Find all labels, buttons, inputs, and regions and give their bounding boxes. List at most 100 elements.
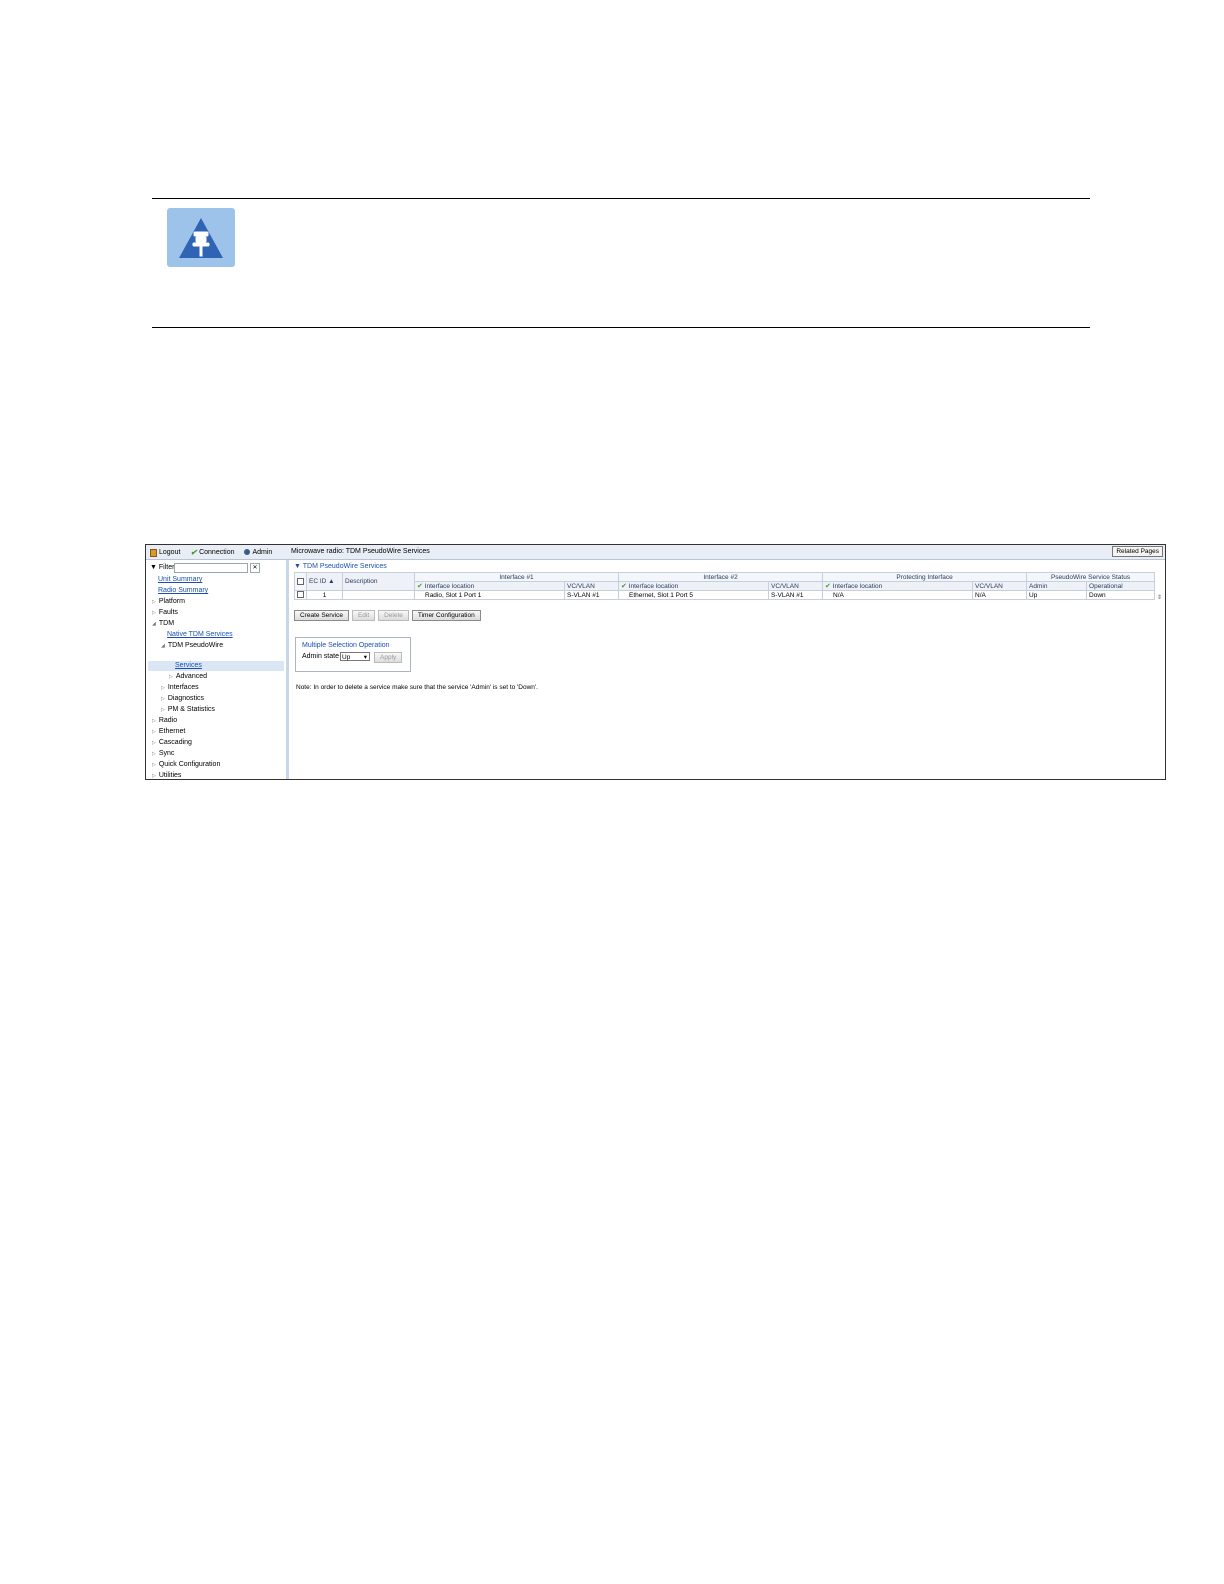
mso-title: Multiple Selection Operation	[302, 642, 390, 649]
col-if1-location-label: Interface location	[424, 583, 475, 590]
nav-selection-highlight	[148, 661, 284, 671]
filter-label: Filter	[158, 564, 175, 571]
services-table: EC ID ▲ Description Interface #1 Interfa…	[294, 572, 1156, 600]
check-icon: ✔	[825, 583, 831, 590]
sort-asc-icon: ▲	[328, 578, 335, 585]
col-description[interactable]: Description	[342, 572, 415, 591]
admin-label: Admin	[252, 548, 273, 556]
col-if2-location[interactable]: ✔ Interface location	[618, 581, 770, 591]
create-service-button[interactable]: Create Service	[294, 610, 349, 621]
group-interface-1: Interface #1	[413, 572, 620, 582]
col-operational[interactable]: Operational	[1086, 581, 1156, 591]
note-bottom-rule	[152, 327, 1090, 328]
delete-button[interactable]: Delete	[378, 610, 409, 621]
cell-prot-location: N/A	[822, 590, 974, 600]
select-all-cell	[294, 572, 307, 591]
col-ecid-label: EC ID	[309, 578, 327, 585]
sidebar: ▼ Filter ✕ Unit Summary Radio Summary ▷ P…	[146, 560, 289, 779]
nav-utilities[interactable]: ▷ Utilities	[152, 771, 181, 781]
pushpin-icon	[167, 208, 235, 267]
nav-ethernet[interactable]: ▷ Ethernet	[152, 727, 185, 737]
col-prot-vlan[interactable]: VC/VLAN	[972, 581, 1028, 591]
nav-tdm-pseudowire[interactable]: ◢ TDM PseudoWire	[161, 641, 223, 651]
app-window: Logout ✔ Connection Admin Microwave radio…	[145, 544, 1166, 780]
col-prot-location[interactable]: ✔ Interface location	[822, 581, 974, 591]
nav-advanced[interactable]: ▷ Advanced	[169, 672, 207, 682]
scroll-arrows-icon[interactable]: ⇕	[1157, 594, 1162, 601]
nav-utilities-label: Utilities	[158, 772, 182, 779]
nav-radio-label: Radio	[158, 717, 178, 724]
table-group-header: EC ID ▲ Description Interface #1 Interfa…	[294, 572, 1156, 591]
check-icon: ✔	[621, 583, 627, 590]
page-title: Microwave radio: TDM PseudoWire Services	[291, 548, 430, 555]
nav-sync-label: Sync	[158, 750, 175, 757]
cell-prot-vlan: N/A	[972, 590, 1028, 600]
nav-tdm-pseudowire-label: TDM PseudoWire	[167, 642, 224, 649]
cell-if1-location: Radio, Slot 1 Port 1	[414, 590, 565, 600]
nav-ethernet-label: Ethernet	[158, 728, 186, 735]
nav-quick-configuration[interactable]: ▷ Quick Configuration	[152, 760, 220, 770]
nav-tdm[interactable]: ◢ TDM	[152, 619, 174, 629]
action-buttons: Create Service Edit Delete Timer Configu…	[294, 610, 482, 621]
select-all-checkbox[interactable]	[297, 577, 304, 585]
nav-faults[interactable]: ▷ Faults	[152, 608, 178, 618]
filter-input[interactable]	[174, 563, 248, 573]
apply-button[interactable]: Apply	[374, 652, 403, 663]
cell-if1-vlan: S-VLAN #1	[563, 590, 620, 600]
filter-bar: ▼ Filter ✕	[149, 563, 283, 573]
nav-unit-summary[interactable]: Unit Summary	[158, 575, 202, 585]
nav-cascading[interactable]: ▷ Cascading	[152, 738, 192, 748]
col-admin[interactable]: Admin	[1026, 581, 1088, 591]
col-if2-vlan[interactable]: VC/VLAN	[768, 581, 824, 591]
col-ecid[interactable]: EC ID ▲	[306, 572, 343, 591]
main-panel: ▼ TDM PseudoWire Services EC ID ▲ Descri…	[290, 560, 1164, 779]
nav-sync[interactable]: ▷ Sync	[152, 749, 174, 759]
nav-platform[interactable]: ▷ Platform	[152, 597, 185, 607]
nav-diagnostics[interactable]: ▷ Diagnostics	[161, 694, 204, 704]
col-if1-location[interactable]: ✔ Interface location	[414, 581, 565, 591]
user-icon	[244, 549, 251, 556]
nav-radio-summary[interactable]: Radio Summary	[158, 586, 208, 596]
connection-status: ✔ Connection	[190, 548, 238, 557]
logout-icon	[150, 548, 157, 557]
group-pw-status: PseudoWire Service Status	[1026, 572, 1156, 582]
delete-note: Note: In order to delete a service make …	[296, 684, 538, 691]
section-toggle[interactable]: ▼ TDM PseudoWire Services	[294, 563, 387, 570]
related-pages-button[interactable]: Related Pages	[1112, 546, 1163, 557]
nav-quick-configuration-label: Quick Configuration	[158, 761, 221, 768]
cell-admin: Up	[1026, 590, 1088, 600]
logout-label: Logout	[159, 549, 181, 556]
nav-interfaces[interactable]: ▷ Interfaces	[161, 683, 199, 693]
table-row[interactable]: 1 Radio, Slot 1 Port 1 S-VLAN #1 Etherne…	[294, 590, 1156, 600]
top-bar: Logout ✔ Connection Admin Microwave radio…	[146, 545, 1165, 560]
chevron-down-icon: ▾	[363, 654, 367, 661]
check-icon: ✔	[190, 548, 198, 557]
cell-operational: Down	[1086, 590, 1156, 600]
nav-tdm-label: TDM	[158, 620, 175, 627]
nav-pm-statistics[interactable]: ▷ PM & Statistics	[161, 705, 215, 715]
nav-native-tdm-services[interactable]: Native TDM Services	[167, 630, 233, 640]
clear-filter-icon[interactable]: ✕	[250, 563, 260, 573]
row-checkbox[interactable]	[297, 591, 304, 599]
logout-link[interactable]: Logout	[150, 548, 184, 557]
col-if1-vlan[interactable]: VC/VLAN	[563, 581, 620, 591]
admin-state-value: Up	[342, 654, 351, 661]
cell-description	[342, 590, 415, 600]
col-if2-location-label: Interface location	[628, 583, 679, 590]
nav-services[interactable]: Services	[175, 661, 202, 671]
check-icon: ✔	[417, 583, 423, 590]
multiple-selection-panel: Multiple Selection Operation Admin state…	[295, 637, 411, 672]
timer-configuration-button[interactable]: Timer Configuration	[411, 610, 481, 621]
filter-toggle[interactable]: ▼ Filter	[150, 564, 174, 571]
edit-button[interactable]: Edit	[351, 610, 376, 621]
cell-if2-location: Ethernet, Slot 1 Port 5	[618, 590, 770, 600]
nav-advanced-label: Advanced	[175, 673, 207, 680]
section-title: TDM PseudoWire Services	[302, 563, 387, 570]
admin-state-select[interactable]: Up ▾	[340, 652, 370, 661]
nav-faults-label: Faults	[158, 609, 178, 616]
cell-ecid: 1	[306, 590, 343, 600]
nav-cascading-label: Cascading	[158, 739, 192, 746]
nav-platform-label: Platform	[158, 598, 185, 605]
nav-radio[interactable]: ▷ Radio	[152, 716, 177, 726]
nav-pm-statistics-label: PM & Statistics	[167, 706, 215, 713]
